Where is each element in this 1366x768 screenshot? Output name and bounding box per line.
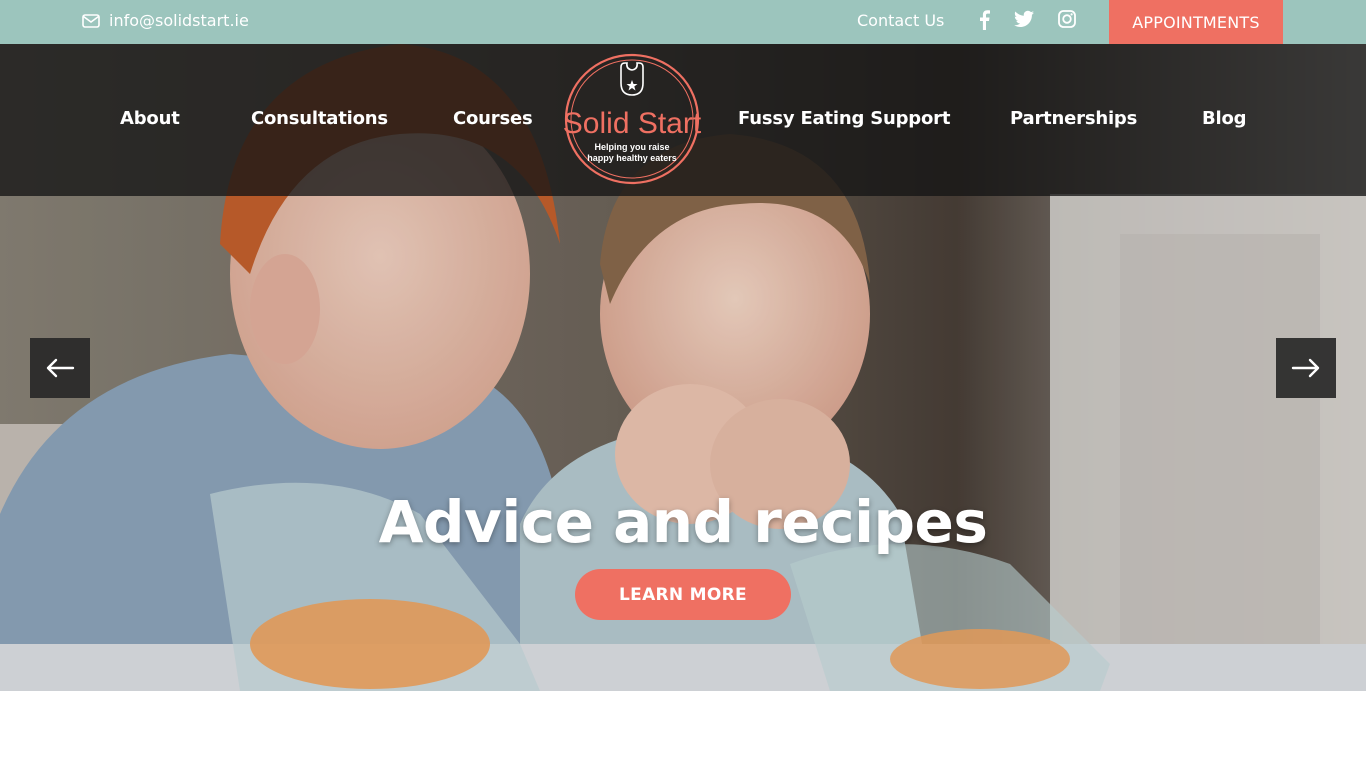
top-bar: info@solidstart.ie Contact Us APPOINTMEN… [0,0,1366,44]
learn-more-button[interactable]: LEARN MORE [575,569,791,620]
arrow-left-icon [46,358,75,378]
nav-item-courses[interactable]: Courses [453,108,533,129]
nav-item-blog[interactable]: Blog [1202,108,1247,129]
envelope-icon [82,13,100,28]
bib-icon [620,62,644,96]
slider-prev-button[interactable] [30,338,90,398]
logo-tagline-1: Helping you raise [594,142,669,152]
nav-item-partnerships[interactable]: Partnerships [1010,108,1137,129]
logo-tagline-2: happy healthy eaters [587,153,677,163]
appointments-button[interactable]: APPOINTMENTS [1109,0,1283,44]
main-navigation: About Consultations Courses Fussy Eating… [0,44,1366,196]
instagram-icon[interactable] [1058,10,1076,32]
contact-us-link[interactable]: Contact Us [857,11,944,30]
nav-item-consultations[interactable]: Consultations [251,108,388,129]
email-text: info@solidstart.ie [109,11,249,30]
twitter-icon[interactable] [1014,10,1034,32]
nav-item-about[interactable]: About [120,108,180,129]
arrow-right-icon [1291,358,1320,378]
facebook-icon[interactable] [977,10,991,34]
hero-headline: Advice and recipes [378,488,988,556]
site-logo[interactable]: Solid Start Helping you raise happy heal… [563,53,702,185]
nav-item-fussy-eating-support[interactable]: Fussy Eating Support [738,108,950,129]
logo-title: Solid Start [563,107,701,140]
slider-next-button[interactable] [1276,338,1336,398]
email-link[interactable]: info@solidstart.ie [82,11,249,30]
